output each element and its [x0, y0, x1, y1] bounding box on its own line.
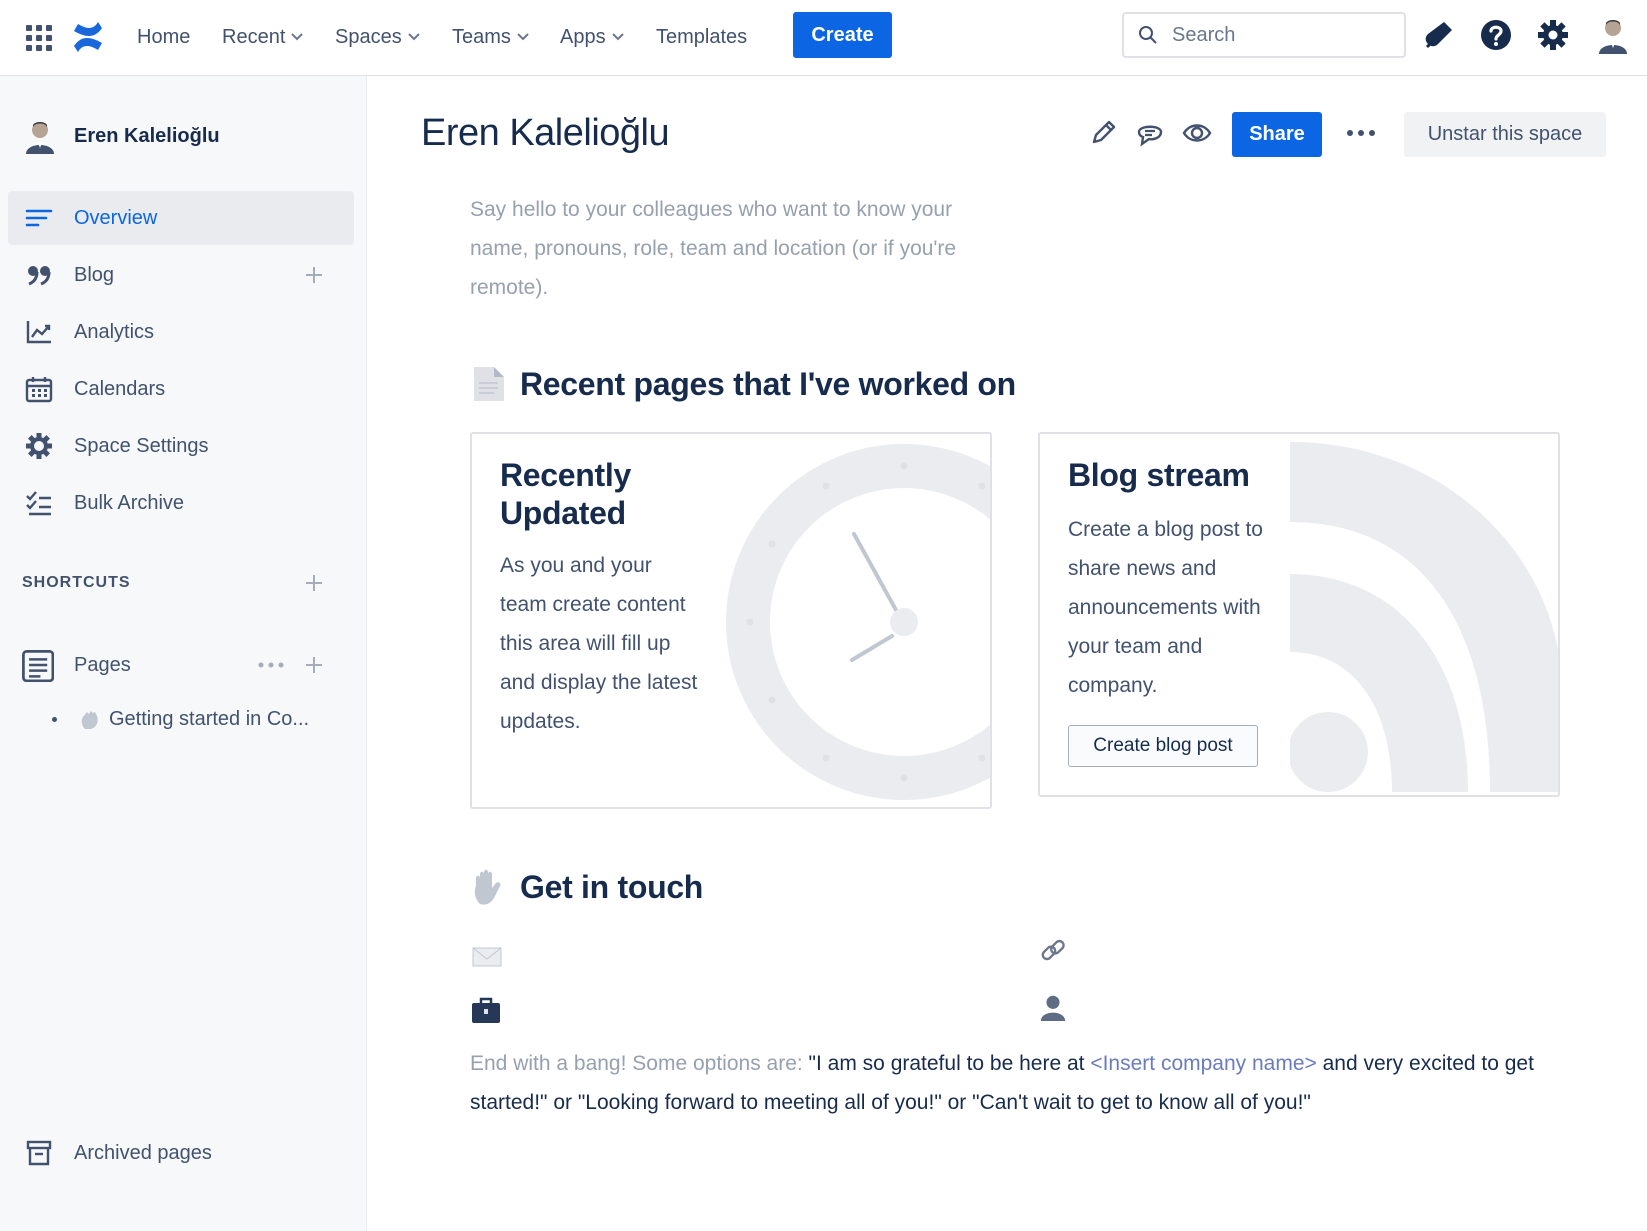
- clock-illustration-icon: [726, 444, 990, 800]
- help-icon[interactable]: [1479, 18, 1513, 52]
- comment-icon[interactable]: [1135, 118, 1165, 148]
- get-in-touch-heading-text: Get in touch: [520, 868, 704, 905]
- nav-apps-label: Apps: [560, 25, 606, 48]
- tree-bullet: [52, 717, 57, 722]
- rss-feed-illustration-icon: [1290, 442, 1558, 792]
- raised-hand-icon: [474, 869, 501, 905]
- page-title: Eren Kalelioğlu: [421, 112, 670, 154]
- calendar-icon: [25, 377, 53, 403]
- sidebar-item-label: Space Settings: [74, 434, 209, 457]
- recent-pages-heading: Recent pages that I've worked on: [472, 365, 1016, 403]
- link-icon: [1041, 939, 1065, 961]
- space-avatar: [26, 122, 54, 154]
- app-switcher-icon[interactable]: [26, 25, 52, 51]
- sidebar-item-archived-pages[interactable]: Archived pages: [8, 1126, 354, 1180]
- create-button[interactable]: Create: [793, 12, 892, 58]
- search-input[interactable]: [1172, 23, 1392, 47]
- envelope-icon: [472, 947, 502, 967]
- nav-teams[interactable]: Teams: [452, 22, 529, 52]
- add-shortcut-icon[interactable]: [304, 573, 324, 593]
- nav-home[interactable]: Home: [137, 22, 190, 52]
- sidebar-item-label: Analytics: [74, 320, 155, 343]
- more-options-icon[interactable]: [256, 660, 286, 670]
- wave-hand-icon: [81, 710, 98, 729]
- page-tree-item[interactable]: Getting started in Co...: [52, 708, 309, 731]
- bulk-archive-icon: [26, 491, 51, 516]
- notification-icon[interactable]: [1422, 18, 1456, 52]
- sidebar-item-calendars[interactable]: Calendars: [8, 362, 354, 416]
- outro-quote-start: "I am so grateful to be here at: [808, 1052, 1091, 1075]
- nav-spaces[interactable]: Spaces: [335, 22, 420, 52]
- nav-recent-label: Recent: [222, 25, 286, 48]
- space-name: Eren Kalelioğlu: [74, 124, 220, 147]
- analytics-icon: [26, 321, 51, 344]
- chevron-down-icon: [611, 33, 624, 41]
- create-blog-post-button[interactable]: Create blog post: [1068, 725, 1258, 767]
- blog-stream-card: Blog stream Create a blog post to share …: [1038, 432, 1560, 797]
- recently-updated-text: As you and your team create content this…: [500, 554, 698, 733]
- sidebar-item-label: Calendars: [74, 377, 166, 400]
- outro-prefix: End with a bang! Some options are:: [470, 1052, 809, 1075]
- page-tree-label: Getting started in Co...: [109, 708, 310, 730]
- pages-icon: [22, 650, 54, 682]
- sidebar-item-blog[interactable]: Blog: [8, 248, 354, 302]
- chevron-down-icon: [408, 33, 420, 41]
- archive-icon: [26, 1140, 52, 1166]
- nav-apps[interactable]: Apps: [560, 22, 624, 52]
- gear-icon: [26, 433, 52, 459]
- sidebar-item-analytics[interactable]: Analytics: [8, 305, 354, 359]
- sidebar-item-label: Archived pages: [74, 1141, 212, 1164]
- get-in-touch-heading: Get in touch: [472, 868, 703, 906]
- sidebar-item-label: Bulk Archive: [74, 491, 185, 514]
- confluence-logo-icon[interactable]: [72, 19, 104, 55]
- watch-eye-icon[interactable]: [1182, 118, 1212, 148]
- intro-text: Say hello to your colleagues who want to…: [470, 198, 957, 299]
- overview-icon: [25, 209, 53, 227]
- sidebar: Eren Kalelioğlu Overview Blog Analytics …: [0, 76, 367, 1231]
- blog-stream-title: Blog stream: [1068, 457, 1250, 493]
- search-box[interactable]: [1122, 12, 1406, 58]
- person-silhouette-icon: [1040, 995, 1066, 1021]
- recently-updated-title: Recently Updated: [500, 457, 631, 531]
- sidebar-item-pages[interactable]: Pages: [8, 638, 354, 692]
- top-navigation: Home Recent Spaces Teams Apps Templates …: [0, 0, 1647, 76]
- company-name-placeholder: <Insert company name>: [1090, 1052, 1317, 1075]
- settings-icon[interactable]: [1536, 18, 1570, 52]
- chevron-down-icon: [517, 33, 529, 41]
- quote-icon: [28, 266, 51, 286]
- space-header[interactable]: Eren Kalelioğlu: [24, 118, 220, 154]
- page-facing-up-icon: [474, 367, 504, 401]
- sidebar-item-space-settings[interactable]: Space Settings: [8, 419, 354, 473]
- sidebar-item-overview[interactable]: Overview: [8, 191, 354, 245]
- more-actions-icon[interactable]: [1346, 126, 1376, 140]
- nav-templates[interactable]: Templates: [656, 22, 747, 52]
- share-button[interactable]: Share: [1232, 112, 1322, 157]
- sidebar-item-label: Blog: [74, 263, 115, 286]
- unstar-space-button[interactable]: Unstar this space: [1404, 112, 1606, 157]
- briefcase-icon: [472, 997, 500, 1023]
- profile-avatar[interactable]: [1596, 16, 1630, 54]
- outro-paragraph: End with a bang! Some options are: "I am…: [470, 1044, 1540, 1122]
- blog-stream-text: Create a blog post to share news and ann…: [1068, 518, 1263, 697]
- nav-home-label: Home: [137, 25, 191, 48]
- recent-pages-heading-text: Recent pages that I've worked on: [520, 365, 1016, 402]
- add-blog-icon[interactable]: [304, 265, 324, 285]
- nav-teams-label: Teams: [452, 25, 511, 48]
- add-page-icon[interactable]: [304, 655, 324, 675]
- sidebar-item-label: Overview: [74, 206, 158, 229]
- nav-spaces-label: Spaces: [335, 25, 402, 48]
- shortcuts-heading: SHORTCUTS: [22, 574, 131, 591]
- nav-recent[interactable]: Recent: [222, 22, 304, 52]
- nav-templates-label: Templates: [656, 25, 748, 48]
- chevron-down-icon: [291, 33, 304, 41]
- search-icon: [1139, 26, 1157, 44]
- sidebar-item-bulk-archive[interactable]: Bulk Archive: [8, 476, 354, 530]
- recently-updated-card: Recently Updated As you and your team cr…: [470, 432, 992, 809]
- sidebar-item-label: Pages: [74, 653, 131, 676]
- edit-pencil-icon[interactable]: [1088, 118, 1118, 148]
